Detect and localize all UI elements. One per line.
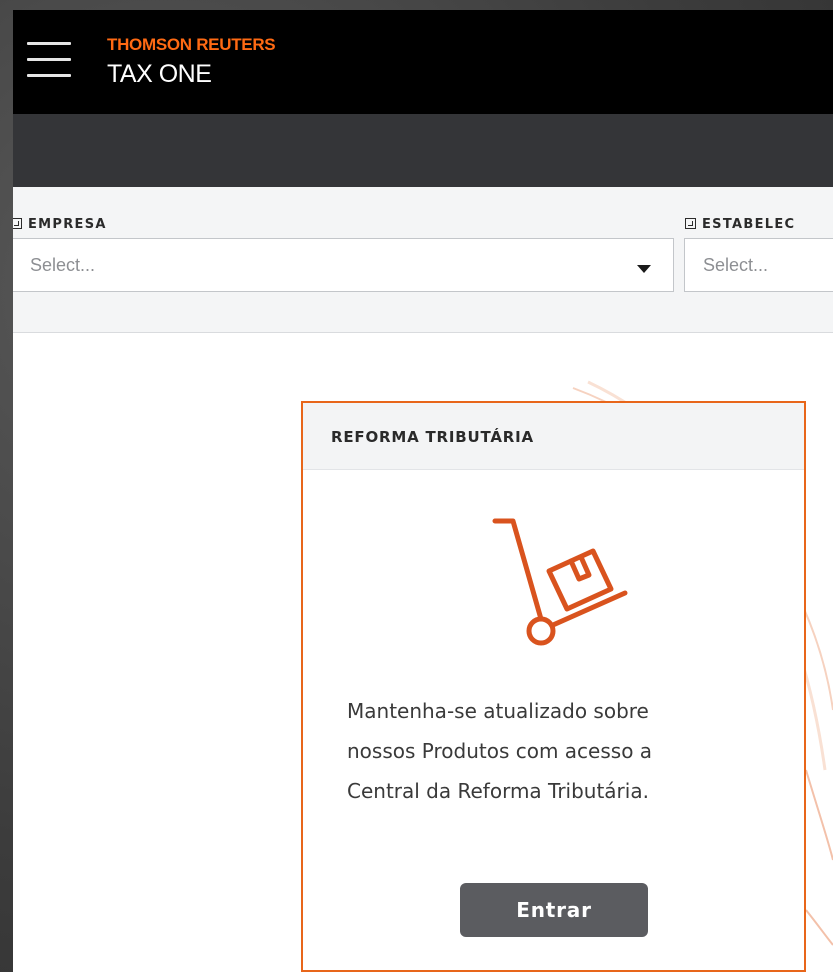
card-header: REFORMA TRIBUTÁRIA — [303, 403, 804, 470]
empresa-label: EMPRESA — [13, 217, 107, 232]
card-title: REFORMA TRIBUTÁRIA — [331, 428, 534, 446]
brand-product-name[interactable]: TAX ONE — [107, 60, 212, 89]
card-description-line: nossos Produtos com acesso a — [347, 739, 653, 763]
empresa-select-placeholder: Select... — [30, 255, 96, 275]
brand-company: THOMSON REUTERS — [107, 35, 276, 54]
screen-background: THOMSON REUTERS TAX ONE EMPRESA Select..… — [0, 0, 833, 972]
app-window: THOMSON REUTERS TAX ONE EMPRESA Select..… — [13, 10, 833, 972]
card-description: Mantenha-se atualizado sobre nossos Prod… — [347, 691, 767, 811]
secondary-toolbar — [13, 114, 833, 187]
estabelecimento-label: ESTABELEC — [685, 217, 795, 232]
building-icon — [13, 218, 22, 229]
chevron-down-icon[interactable] — [637, 265, 651, 273]
filter-panel: EMPRESA Select... ESTABELEC Select... — [13, 187, 833, 333]
hamburger-menu-icon[interactable] — [27, 40, 71, 80]
buildings-icon — [685, 218, 696, 229]
estabelecimento-select-placeholder: Select... — [703, 255, 769, 275]
top-header-bar: THOMSON REUTERS TAX ONE — [13, 10, 833, 114]
card-description-line: Central da Reforma Tributária. — [347, 779, 649, 803]
empresa-select[interactable]: Select... — [13, 238, 674, 292]
estabelecimento-select[interactable]: Select... — [684, 238, 833, 292]
reforma-tributaria-card: REFORMA TRIBUTÁRIA Mantenha-se atualizad… — [301, 401, 806, 972]
card-description-line: Mantenha-se atualizado sobre — [347, 699, 649, 723]
entrar-button[interactable]: Entrar — [460, 883, 648, 937]
hand-truck-box-icon — [492, 518, 628, 646]
